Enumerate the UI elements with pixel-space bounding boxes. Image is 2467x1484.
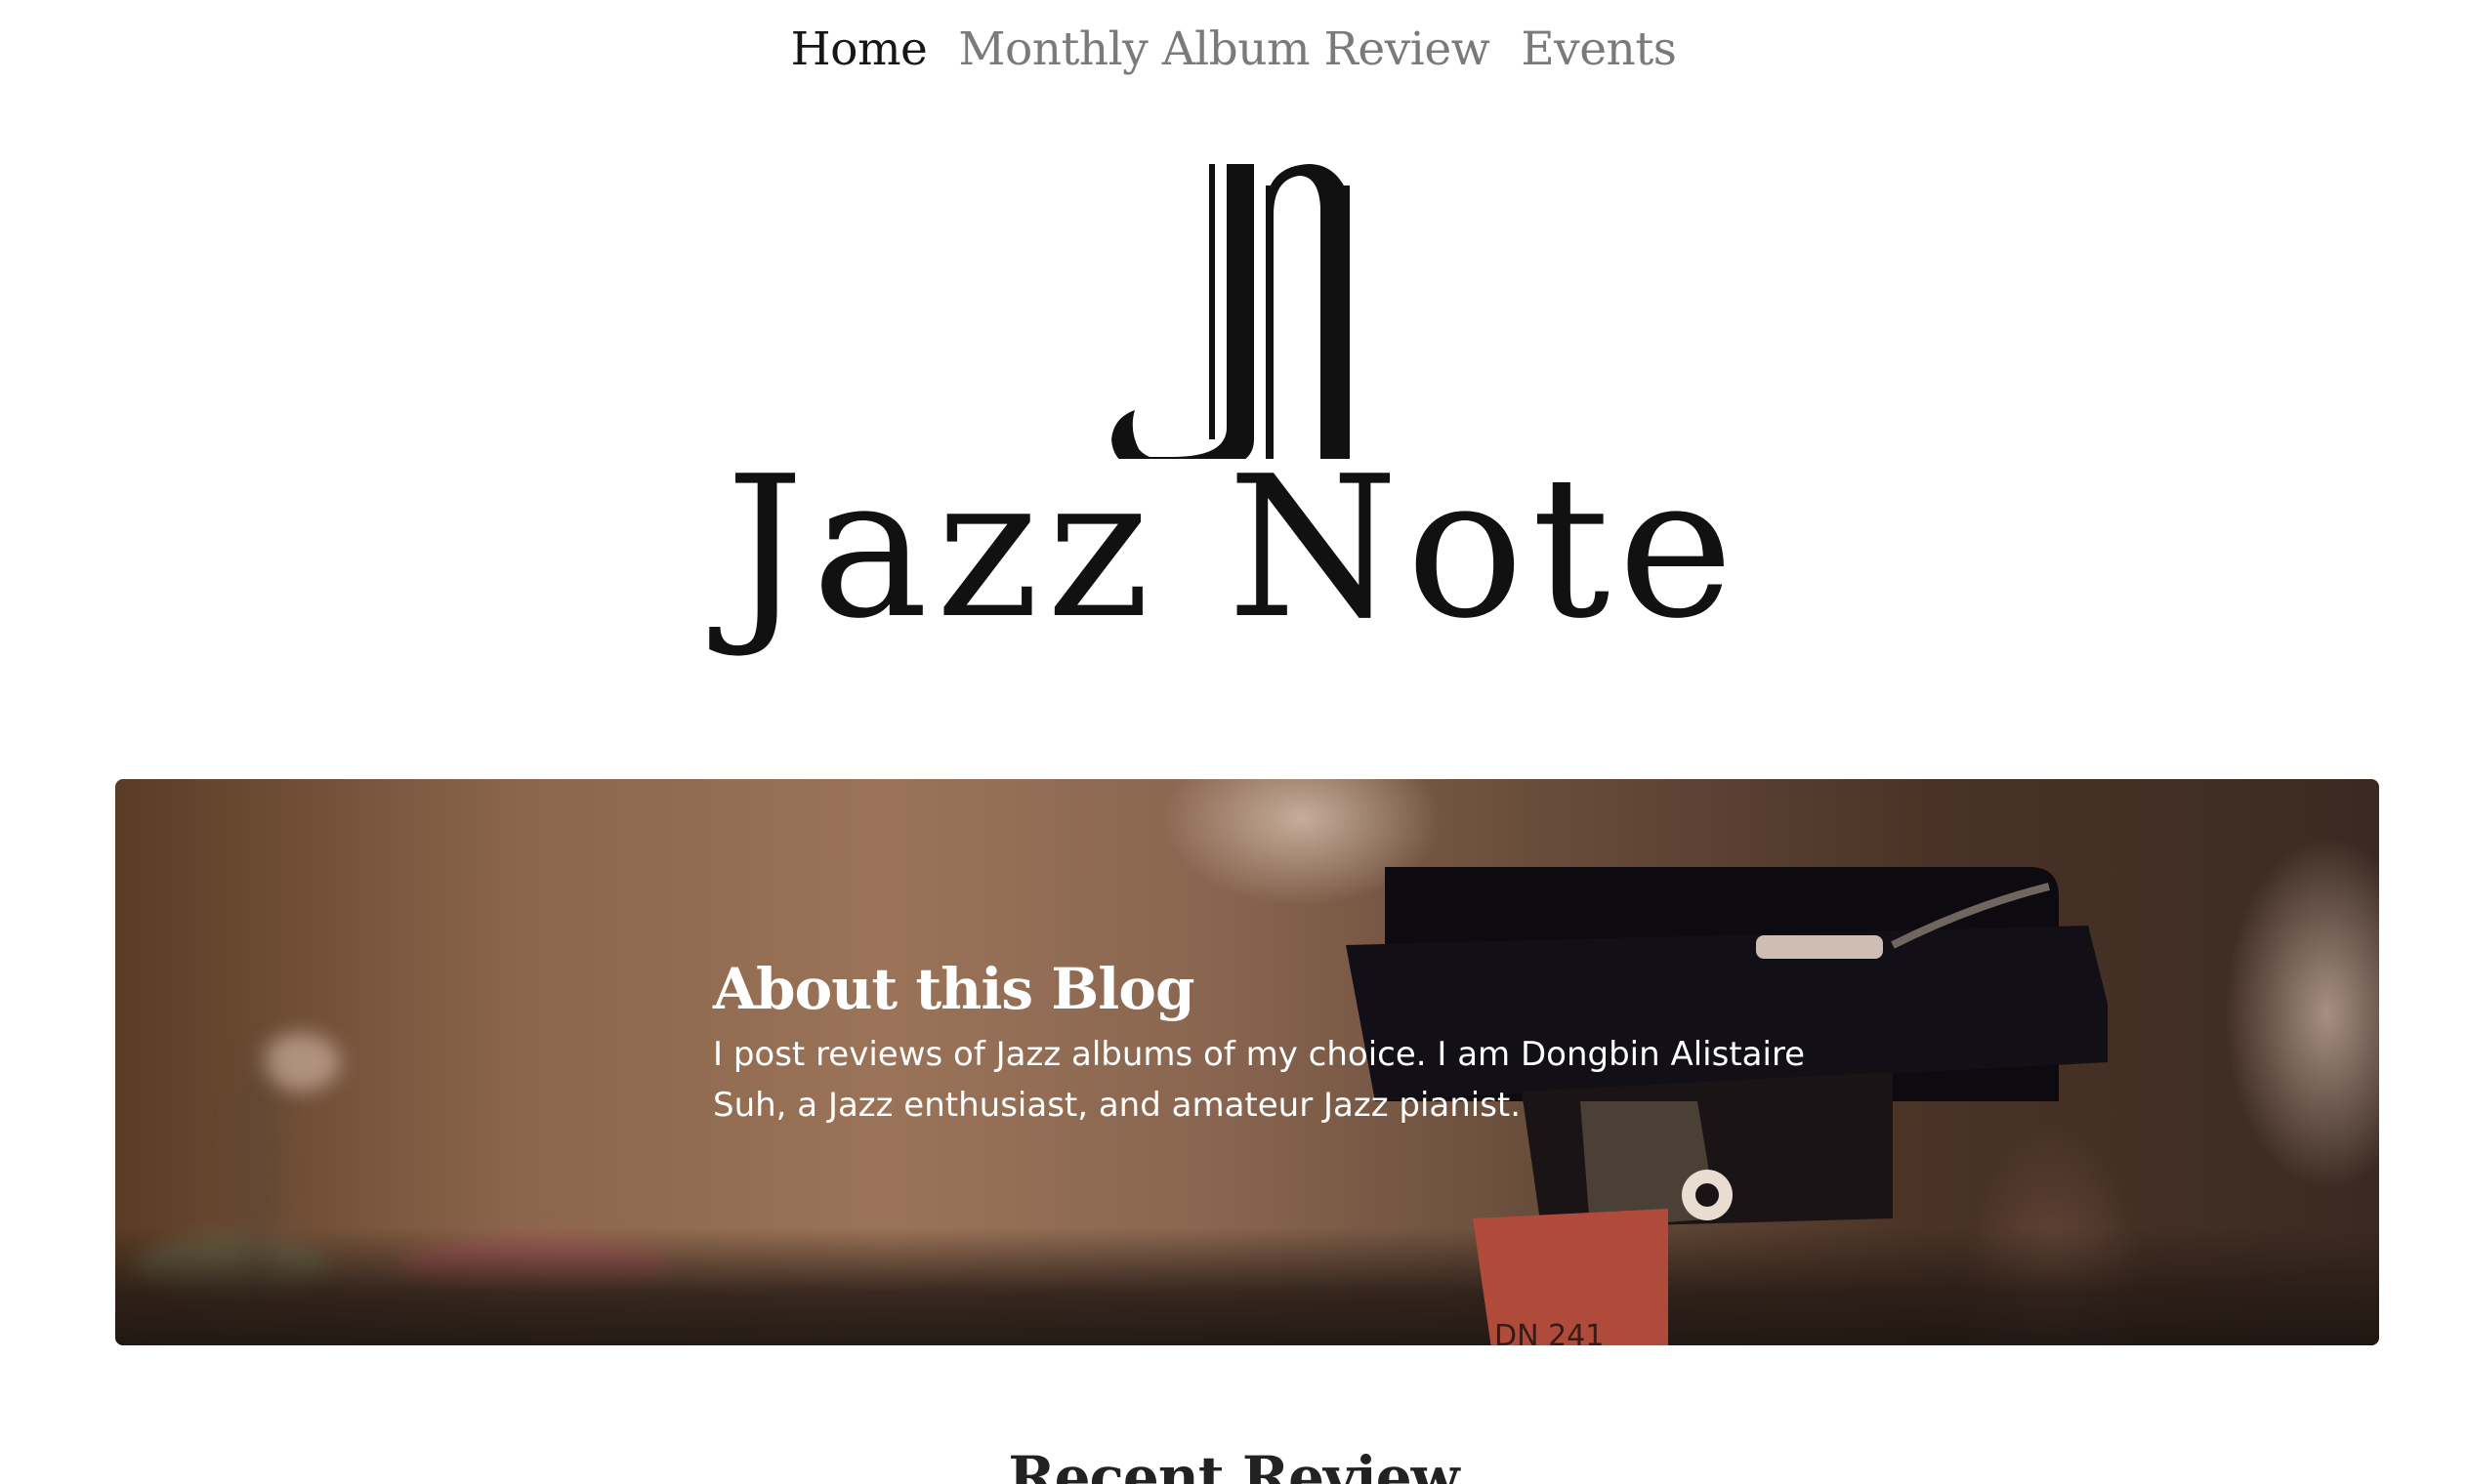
nav-link-monthly-album-review[interactable]: Monthly Album Review xyxy=(958,22,1490,76)
jn-monogram-icon xyxy=(1111,164,1350,459)
site-title: Jazz Note xyxy=(726,434,1741,662)
recent-review-heading: Recent Review xyxy=(1008,1444,1459,1484)
nav-link-events[interactable]: Events xyxy=(1521,22,1676,76)
about-text-block: About this Blog I post reviews of Jazz a… xyxy=(713,955,1807,1131)
top-navigation: Home Monthly Album Review Events xyxy=(0,12,2467,86)
about-description: I post reviews of Jazz albums of my choi… xyxy=(713,1035,1806,1125)
about-banner: DN 241 About this Blog I post reviews of… xyxy=(115,779,2379,1345)
about-title: About this Blog xyxy=(713,956,1195,1022)
nav-link-home[interactable]: Home xyxy=(791,22,928,76)
cartridge-label: DN 241 xyxy=(1494,1319,1604,1345)
